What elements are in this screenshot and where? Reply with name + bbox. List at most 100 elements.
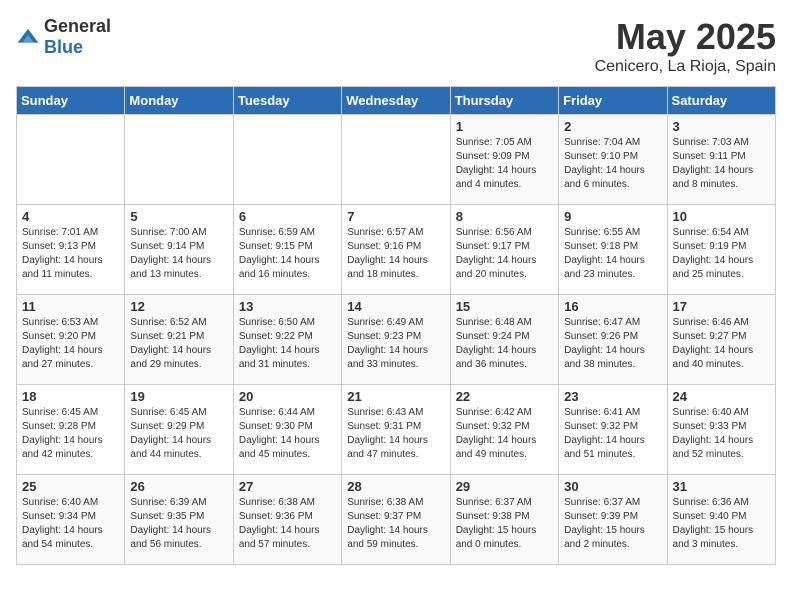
- day-info: Sunrise: 7:00 AM Sunset: 9:14 PM Dayligh…: [130, 226, 227, 282]
- day-info: Sunrise: 6:38 AM Sunset: 9:36 PM Dayligh…: [239, 496, 336, 552]
- day-number: 4: [22, 209, 119, 224]
- week-row-4: 18Sunrise: 6:45 AM Sunset: 9:28 PM Dayli…: [17, 385, 776, 475]
- calendar-cell: 30Sunrise: 6:37 AM Sunset: 9:39 PM Dayli…: [559, 475, 667, 565]
- day-info: Sunrise: 6:48 AM Sunset: 9:24 PM Dayligh…: [456, 316, 553, 372]
- day-number: 14: [347, 299, 444, 314]
- calendar-cell: 7 Sunrise: 6:57 AM Sunset: 9:16 PM Daylig…: [342, 205, 450, 295]
- calendar-cell: 2 Sunrise: 7:04 AM Sunset: 9:10 PM Daylig…: [559, 115, 667, 205]
- day-number: 27: [239, 479, 336, 494]
- calendar-cell: 11 Sunrise: 6:53 AM Sunset: 9:20 PM Dayli…: [17, 295, 125, 385]
- calendar-cell: 31 Sunrise: 6:36 AM Sunset: 9:40 PM Dayli…: [667, 475, 775, 565]
- day-info: Sunrise: 6:45 AM Sunset: 9:28 PM Dayligh…: [22, 406, 119, 462]
- day-number: 29: [456, 479, 553, 494]
- calendar-cell: 8 Sunrise: 6:56 AM Sunset: 9:17 PM Daylig…: [450, 205, 558, 295]
- day-number: 31: [673, 479, 770, 494]
- day-info: Sunrise: 6:52 AM Sunset: 9:21 PM Dayligh…: [130, 316, 227, 372]
- calendar-cell: 21Sunrise: 6:43 AM Sunset: 9:31 PM Dayli…: [342, 385, 450, 475]
- logo: General Blue: [16, 16, 111, 58]
- day-info: Sunrise: 6:47 AM Sunset: 9:26 PM Dayligh…: [564, 316, 661, 372]
- day-info: Sunrise: 6:49 AM Sunset: 9:23 PM Dayligh…: [347, 316, 444, 372]
- day-info: Sunrise: 6:45 AM Sunset: 9:29 PM Dayligh…: [130, 406, 227, 462]
- day-number: 12: [130, 299, 227, 314]
- day-header-wednesday: Wednesday: [342, 87, 450, 115]
- day-info: Sunrise: 6:43 AM Sunset: 9:31 PM Dayligh…: [347, 406, 444, 462]
- calendar-cell: 13Sunrise: 6:50 AM Sunset: 9:22 PM Dayli…: [233, 295, 341, 385]
- day-info: Sunrise: 6:50 AM Sunset: 9:22 PM Dayligh…: [239, 316, 336, 372]
- calendar-cell: 17Sunrise: 6:46 AM Sunset: 9:27 PM Dayli…: [667, 295, 775, 385]
- day-info: Sunrise: 6:57 AM Sunset: 9:16 PM Dayligh…: [347, 226, 444, 282]
- week-row-1: 1Sunrise: 7:05 AM Sunset: 9:09 PM Daylig…: [17, 115, 776, 205]
- day-info: Sunrise: 6:37 AM Sunset: 9:39 PM Dayligh…: [564, 496, 661, 552]
- day-number: 22: [456, 389, 553, 404]
- calendar-cell: 26Sunrise: 6:39 AM Sunset: 9:35 PM Dayli…: [125, 475, 233, 565]
- calendar-cell: 9 Sunrise: 6:55 AM Sunset: 9:18 PM Daylig…: [559, 205, 667, 295]
- calendar-cell: 1Sunrise: 7:05 AM Sunset: 9:09 PM Daylig…: [450, 115, 558, 205]
- day-info: Sunrise: 6:36 AM Sunset: 9:40 PM Dayligh…: [673, 496, 770, 552]
- calendar-table: SundayMondayTuesdayWednesdayThursdayFrid…: [16, 86, 776, 565]
- calendar-cell: 14 Sunrise: 6:49 AM Sunset: 9:23 PM Dayli…: [342, 295, 450, 385]
- calendar-cell: 19 Sunrise: 6:45 AM Sunset: 9:29 PM Dayli…: [125, 385, 233, 475]
- logo-icon: [16, 25, 40, 49]
- logo-blue: Blue: [44, 37, 83, 57]
- calendar-cell: [17, 115, 125, 205]
- day-info: Sunrise: 6:37 AM Sunset: 9:38 PM Dayligh…: [456, 496, 553, 552]
- day-info: Sunrise: 6:56 AM Sunset: 9:17 PM Dayligh…: [456, 226, 553, 282]
- week-row-3: 11 Sunrise: 6:53 AM Sunset: 9:20 PM Dayli…: [17, 295, 776, 385]
- day-info: Sunrise: 6:40 AM Sunset: 9:33 PM Dayligh…: [673, 406, 770, 462]
- calendar-cell: 4 Sunrise: 7:01 AM Sunset: 9:13 PM Daylig…: [17, 205, 125, 295]
- day-number: 11: [22, 299, 119, 314]
- day-info: Sunrise: 6:54 AM Sunset: 9:19 PM Dayligh…: [673, 226, 770, 282]
- page-header: General Blue May 2025 Cenicero, La Rioja…: [16, 16, 776, 76]
- calendar-cell: 18Sunrise: 6:45 AM Sunset: 9:28 PM Dayli…: [17, 385, 125, 475]
- day-number: 28: [347, 479, 444, 494]
- day-number: 26: [130, 479, 227, 494]
- day-number: 19: [130, 389, 227, 404]
- day-info: Sunrise: 6:40 AM Sunset: 9:34 PM Dayligh…: [22, 496, 119, 552]
- calendar-cell: 23 Sunrise: 6:41 AM Sunset: 9:32 PM Dayli…: [559, 385, 667, 475]
- day-header-friday: Friday: [559, 87, 667, 115]
- day-number: 24: [673, 389, 770, 404]
- day-number: 17: [673, 299, 770, 314]
- logo-text: General Blue: [44, 16, 111, 58]
- calendar-header-row: SundayMondayTuesdayWednesdayThursdayFrid…: [17, 87, 776, 115]
- day-header-saturday: Saturday: [667, 87, 775, 115]
- day-number: 8: [456, 209, 553, 224]
- calendar-cell: [125, 115, 233, 205]
- day-number: 9: [564, 209, 661, 224]
- day-number: 5: [130, 209, 227, 224]
- day-info: Sunrise: 6:44 AM Sunset: 9:30 PM Dayligh…: [239, 406, 336, 462]
- subtitle: Cenicero, La Rioja, Spain: [595, 58, 776, 76]
- day-number: 23: [564, 389, 661, 404]
- calendar-cell: 25Sunrise: 6:40 AM Sunset: 9:34 PM Dayli…: [17, 475, 125, 565]
- week-row-5: 25Sunrise: 6:40 AM Sunset: 9:34 PM Dayli…: [17, 475, 776, 565]
- day-info: Sunrise: 6:38 AM Sunset: 9:37 PM Dayligh…: [347, 496, 444, 552]
- day-info: Sunrise: 6:41 AM Sunset: 9:32 PM Dayligh…: [564, 406, 661, 462]
- main-title: May 2025: [595, 16, 776, 58]
- day-info: Sunrise: 6:53 AM Sunset: 9:20 PM Dayligh…: [22, 316, 119, 372]
- calendar-cell: 22Sunrise: 6:42 AM Sunset: 9:32 PM Dayli…: [450, 385, 558, 475]
- logo-general: General: [44, 16, 111, 36]
- day-info: Sunrise: 6:59 AM Sunset: 9:15 PM Dayligh…: [239, 226, 336, 282]
- calendar-cell: 15Sunrise: 6:48 AM Sunset: 9:24 PM Dayli…: [450, 295, 558, 385]
- calendar-cell: 6 Sunrise: 6:59 AM Sunset: 9:15 PM Daylig…: [233, 205, 341, 295]
- calendar-cell: 29 Sunrise: 6:37 AM Sunset: 9:38 PM Dayli…: [450, 475, 558, 565]
- day-number: 3: [673, 119, 770, 134]
- day-header-monday: Monday: [125, 87, 233, 115]
- day-number: 20: [239, 389, 336, 404]
- calendar-cell: 10Sunrise: 6:54 AM Sunset: 9:19 PM Dayli…: [667, 205, 775, 295]
- day-header-thursday: Thursday: [450, 87, 558, 115]
- day-info: Sunrise: 7:03 AM Sunset: 9:11 PM Dayligh…: [673, 136, 770, 192]
- day-info: Sunrise: 7:01 AM Sunset: 9:13 PM Dayligh…: [22, 226, 119, 282]
- calendar-cell: 27 Sunrise: 6:38 AM Sunset: 9:36 PM Dayli…: [233, 475, 341, 565]
- day-number: 2: [564, 119, 661, 134]
- day-number: 7: [347, 209, 444, 224]
- calendar-cell: 28 Sunrise: 6:38 AM Sunset: 9:37 PM Dayli…: [342, 475, 450, 565]
- day-number: 16: [564, 299, 661, 314]
- title-block: May 2025 Cenicero, La Rioja, Spain: [595, 16, 776, 76]
- day-info: Sunrise: 7:05 AM Sunset: 9:09 PM Dayligh…: [456, 136, 553, 192]
- day-info: Sunrise: 6:55 AM Sunset: 9:18 PM Dayligh…: [564, 226, 661, 282]
- calendar-cell: [233, 115, 341, 205]
- day-info: Sunrise: 7:04 AM Sunset: 9:10 PM Dayligh…: [564, 136, 661, 192]
- day-header-tuesday: Tuesday: [233, 87, 341, 115]
- day-number: 6: [239, 209, 336, 224]
